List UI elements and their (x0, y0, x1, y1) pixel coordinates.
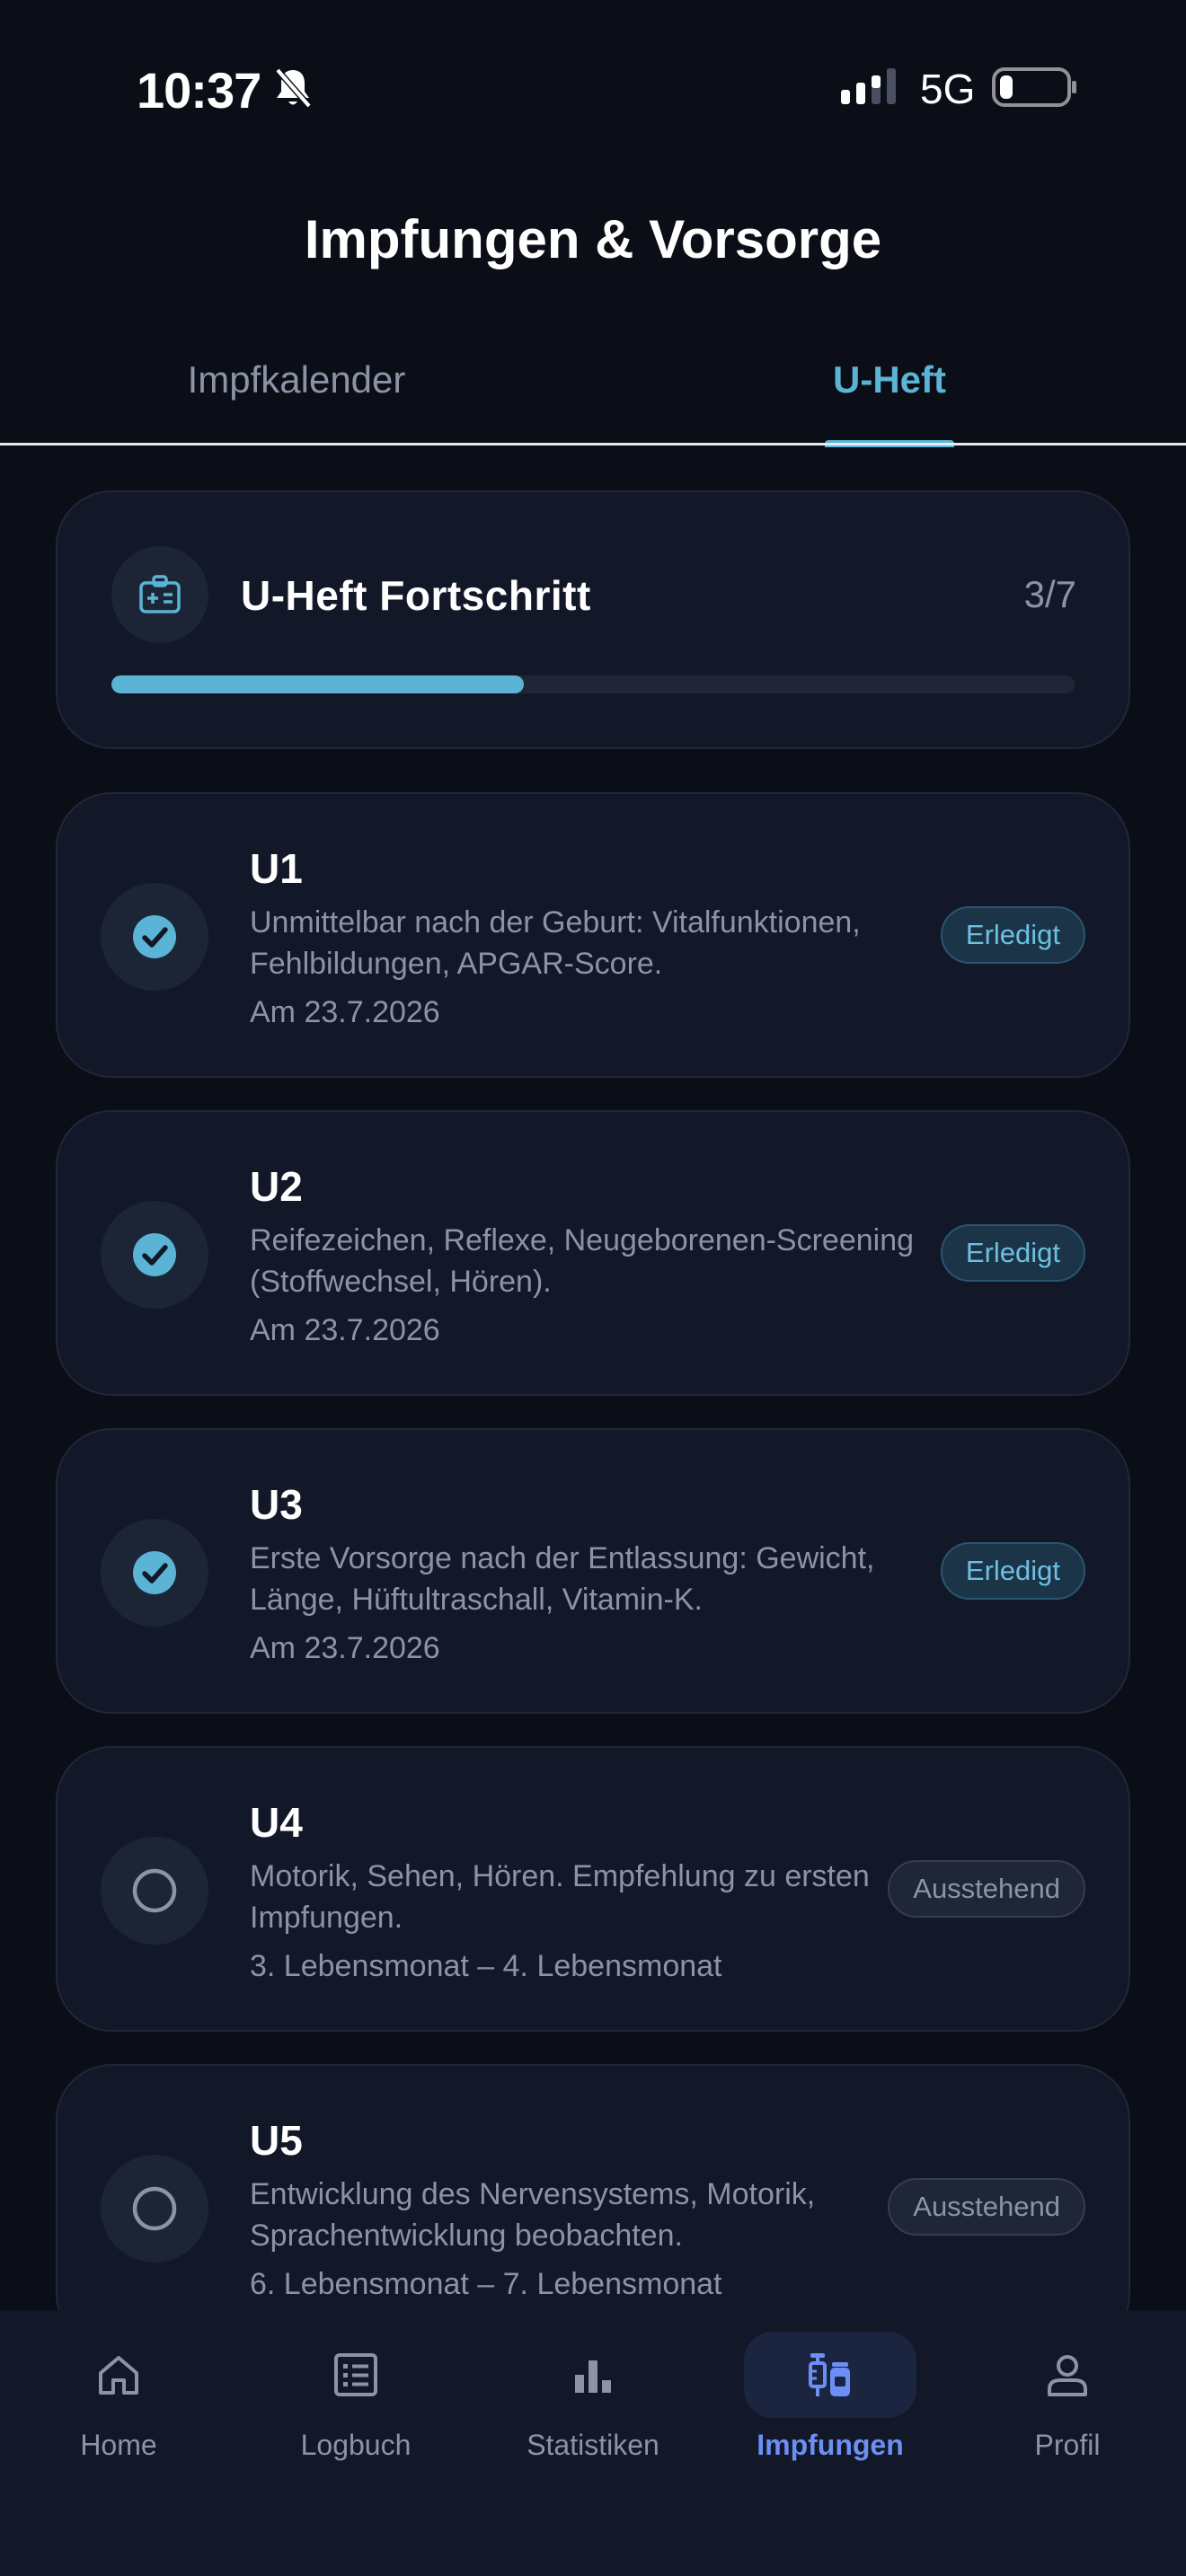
exam-status-circle (101, 1519, 208, 1627)
exam-date: Am 23.7.2026 (250, 1631, 440, 1665)
check-circle-icon (133, 1233, 176, 1276)
list-icon (334, 2353, 377, 2396)
exam-date: Am 23.7.2026 (250, 1313, 440, 1347)
tab-bar: Impfkalender U-Heft (0, 341, 1186, 447)
exam-name: U3 (250, 1481, 303, 1528)
exam-date: Am 23.7.2026 (250, 995, 440, 1029)
check-circle-icon (133, 915, 176, 958)
exam-status-circle (101, 883, 208, 991)
exam-name: U1 (250, 845, 303, 892)
empty-circle-icon (132, 2186, 177, 2231)
bar-chart-icon (575, 2360, 611, 2393)
exam-description: Erste Vorsorge nach der Entlassung: Gewi… (250, 1541, 875, 1617)
exam-card-u2[interactable]: U2 Reifezeichen, Reflexe, Neugeborenen-S… (56, 1110, 1130, 1396)
cellular-signal-icon (841, 68, 896, 104)
battery-icon (992, 67, 1076, 107)
exam-status-circle (101, 2155, 208, 2263)
exam-card-u1[interactable]: U1 Unmittelbar nach der Geburt: Vitalfun… (56, 792, 1130, 1078)
syringe-vial-icon (809, 2353, 850, 2396)
status-badge: Erledigt (940, 906, 1085, 964)
nav-label: Statistiken (527, 2429, 659, 2461)
check-circle-icon (133, 1551, 176, 1594)
nav-item-logbuch[interactable]: Logbuch (237, 2310, 474, 2490)
tab-u-heft[interactable]: U-Heft (593, 341, 1186, 446)
nav-item-impfungen[interactable]: Impfungen (712, 2310, 949, 2490)
exam-description: Motorik, Sehen, Hören. Empfehlung zu ers… (250, 1859, 870, 1935)
nav-item-statistiken[interactable]: Statistiken (474, 2310, 712, 2490)
page: 10:37 5G Impfungen & Vorsorge Impfkalend… (0, 0, 1186, 2576)
nav-item-home[interactable]: Home (0, 2310, 237, 2490)
page-title: Impfungen & Vorsorge (304, 209, 882, 269)
nav-label: Home (80, 2429, 157, 2461)
exam-status-circle (101, 1837, 208, 1945)
progress-title: U-Heft Fortschritt (241, 572, 591, 619)
exam-description: Reifezeichen, Reflexe, Neugeborenen-Scre… (250, 1223, 915, 1299)
status-time: 10:37 (137, 62, 261, 119)
progress-bar (111, 675, 1075, 693)
progress-count: 3/7 (1023, 573, 1076, 615)
exam-description: Entwicklung des Nervensystems, Motorik, … (250, 2177, 816, 2253)
tab-divider (0, 443, 1186, 446)
person-icon (1048, 2355, 1087, 2396)
nav-label: Profil (1034, 2429, 1101, 2461)
network-type: 5G (920, 66, 976, 112)
exam-card-u3[interactable]: U3 Erste Vorsorge nach der Entlassung: G… (56, 1428, 1130, 1714)
u-heft-progress-card: U-Heft Fortschritt 3/7 (56, 490, 1130, 749)
exam-card-u4[interactable]: U4 Motorik, Sehen, Hören. Empfehlung zu … (56, 1746, 1130, 2032)
empty-circle-icon (132, 1868, 177, 1913)
nav-item-profil[interactable]: Profil (949, 2310, 1186, 2490)
exam-status-circle (101, 1201, 208, 1309)
medical-id-card-icon (139, 575, 181, 613)
exam-name: U2 (250, 1163, 303, 1210)
status-badge: Erledigt (940, 1224, 1085, 1282)
progress-icon-circle (111, 546, 208, 643)
status-bar: 10:37 5G (0, 0, 1186, 171)
bell-muted-icon (275, 67, 312, 109)
status-badge: Ausstehend (888, 1860, 1085, 1918)
status-badge: Ausstehend (888, 2178, 1085, 2236)
exam-name: U5 (250, 2117, 303, 2164)
exam-date: 3. Lebensmonat – 4. Lebensmonat (250, 1949, 722, 1983)
nav-label: Logbuch (300, 2429, 412, 2461)
nav-label: Impfungen (757, 2429, 904, 2461)
status-badge: Erledigt (940, 1542, 1085, 1600)
exam-card-u5[interactable]: U5 Entwicklung des Nervensystems, Motori… (56, 2064, 1130, 2350)
tab-impfkalender[interactable]: Impfkalender (0, 341, 593, 446)
home-icon (99, 2356, 138, 2395)
progress-bar-fill (111, 675, 525, 693)
exam-date: 6. Lebensmonat – 7. Lebensmonat (250, 2267, 722, 2301)
bottom-navigation: Home Logbuch Statistiken Impfungen Profi… (0, 2310, 1186, 2576)
exam-name: U4 (250, 1799, 303, 1846)
exam-description: Unmittelbar nach der Geburt: Vitalfunkti… (250, 905, 861, 981)
